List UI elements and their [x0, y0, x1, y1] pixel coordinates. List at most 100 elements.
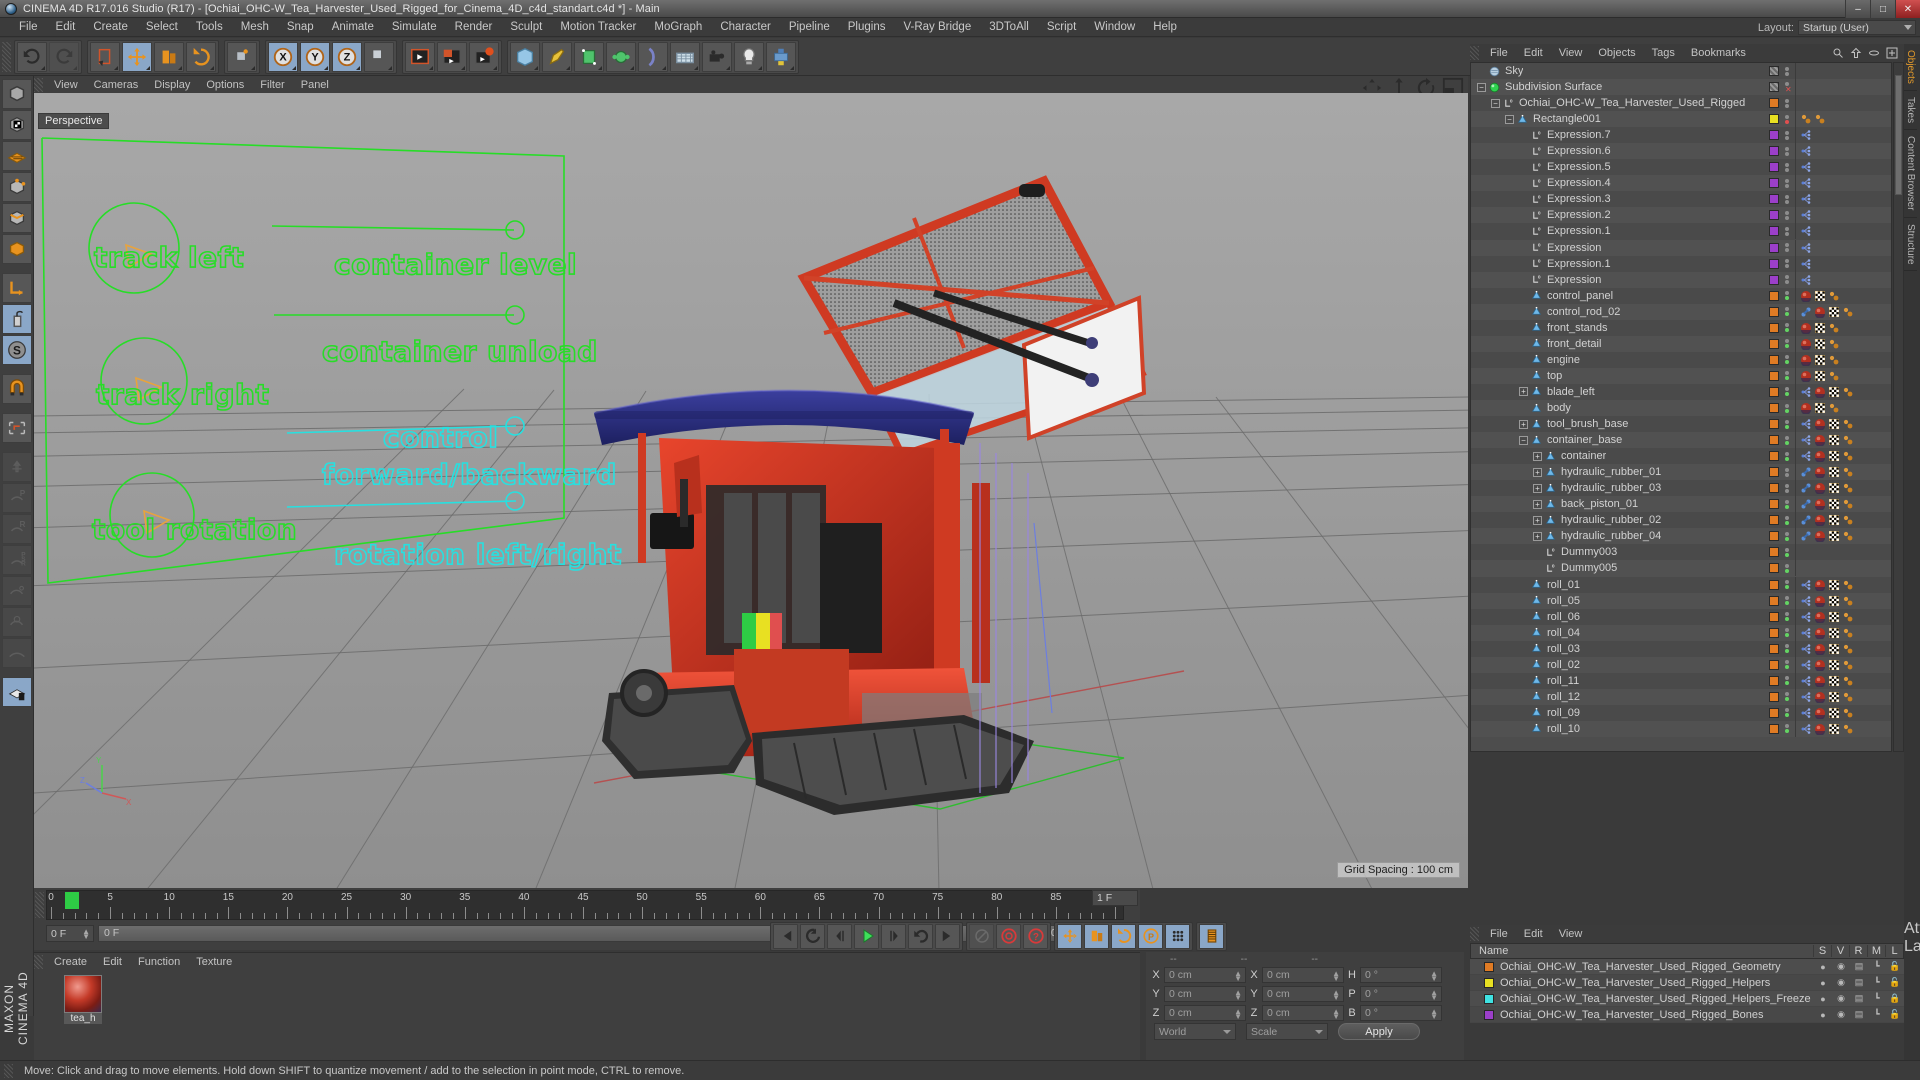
- render-settings-button[interactable]: [469, 41, 499, 72]
- object-name[interactable]: control_rod_02: [1547, 306, 1620, 318]
- object-name[interactable]: roll_11: [1547, 675, 1579, 687]
- object-row[interactable]: 0 Expression.6: [1471, 143, 1891, 160]
- visibility-dot[interactable]: [1785, 676, 1789, 681]
- menu-item-sculpt[interactable]: Sculpt: [501, 18, 551, 37]
- object-name[interactable]: roll_09: [1547, 707, 1580, 719]
- manager-icon[interactable]: ┗: [1868, 977, 1886, 988]
- object-row[interactable]: − 0 Ochiai_OHC-W_Tea_Harvester_Used_Rigged: [1471, 95, 1891, 112]
- spinner-arrows-icon[interactable]: ▲▼: [1234, 988, 1242, 1001]
- uv-tag-icon[interactable]: [1828, 675, 1840, 687]
- layer-row[interactable]: Ochiai_OHC-W_Tea_Harvester_Used_Rigged_H…: [1470, 991, 1904, 1007]
- animation-tag-icon[interactable]: [1842, 675, 1854, 687]
- object-name[interactable]: control_panel: [1547, 290, 1613, 302]
- material-item[interactable]: tea_h: [64, 975, 102, 1024]
- viewport-perspective-tag[interactable]: Perspective: [38, 113, 110, 129]
- visibility-dots[interactable]: [1785, 644, 1791, 654]
- xpresso-tag-icon[interactable]: [1800, 258, 1812, 270]
- object-row[interactable]: 0 Dummy003: [1471, 544, 1891, 561]
- minimize-button[interactable]: –: [1845, 0, 1870, 18]
- material-tag-icon[interactable]: [1814, 675, 1826, 687]
- spinner-arrows-icon[interactable]: ▲▼: [1332, 988, 1340, 1001]
- xpresso-tag-icon[interactable]: [1800, 242, 1812, 254]
- material-tag-icon[interactable]: [1814, 386, 1826, 398]
- object-row[interactable]: 0 Expression.4: [1471, 175, 1891, 192]
- visibility-dots[interactable]: [1785, 146, 1791, 156]
- visibility-dots[interactable]: [1785, 162, 1791, 172]
- xpresso-tag-icon[interactable]: [1800, 579, 1812, 591]
- next-frame-button[interactable]: [881, 923, 906, 949]
- visibility-dot[interactable]: [1785, 135, 1789, 140]
- array-button[interactable]: [606, 41, 636, 72]
- layer-row[interactable]: Ochiai_OHC-W_Tea_Harvester_Used_Rigged_H…: [1470, 975, 1904, 991]
- xpresso-tag-icon[interactable]: [1800, 145, 1812, 157]
- material-thumbnail[interactable]: [64, 975, 102, 1013]
- uv-tag-icon[interactable]: [1814, 290, 1826, 302]
- go-to-end-button[interactable]: [935, 923, 960, 949]
- object-row[interactable]: 0 Expression.2: [1471, 207, 1891, 224]
- visibility-dot[interactable]: [1785, 66, 1789, 71]
- uv-tag-icon[interactable]: [1828, 514, 1840, 526]
- viewport-solo-button[interactable]: [2, 304, 32, 334]
- visibility-dots[interactable]: [1785, 291, 1791, 301]
- object-row[interactable]: + container: [1471, 448, 1891, 465]
- layer-name[interactable]: Ochiai_OHC-W_Tea_Harvester_Used_Rigged_B…: [1500, 1009, 1814, 1021]
- viewport-menu-display[interactable]: Display: [146, 79, 198, 91]
- material-tag-icon[interactable]: [1814, 691, 1826, 703]
- layer-row[interactable]: Ochiai_OHC-W_Tea_Harvester_Used_Rigged_B…: [1470, 1007, 1904, 1023]
- mat-menu-function[interactable]: Function: [130, 956, 188, 968]
- menu-item-select[interactable]: Select: [137, 18, 187, 37]
- ly-menu-edit[interactable]: Edit: [1516, 928, 1551, 940]
- visibility-dot[interactable]: [1785, 376, 1789, 381]
- material-tag-icon[interactable]: [1814, 579, 1826, 591]
- uv-tag-icon[interactable]: [1828, 434, 1840, 446]
- transform-mode-select[interactable]: Scale: [1246, 1023, 1328, 1040]
- viewport-grip[interactable]: [34, 77, 43, 92]
- visibility-dots[interactable]: [1785, 531, 1791, 541]
- visibility-dots[interactable]: [1785, 692, 1791, 702]
- visibility-dot[interactable]: [1785, 467, 1789, 472]
- uv-tag-icon[interactable]: [1828, 579, 1840, 591]
- menu-item-render[interactable]: Render: [446, 18, 502, 37]
- enable-axis-button[interactable]: S: [2, 335, 32, 365]
- layer-name[interactable]: Ochiai_OHC-W_Tea_Harvester_Used_Rigged_G…: [1500, 961, 1814, 973]
- uv-tag-icon[interactable]: [1828, 643, 1840, 655]
- animation-tag-icon[interactable]: [1842, 723, 1854, 735]
- object-name[interactable]: container: [1561, 450, 1606, 462]
- object-name[interactable]: Expression.1: [1547, 225, 1611, 237]
- visibility-dot[interactable]: [1785, 440, 1789, 445]
- visibility-dots[interactable]: [1785, 435, 1791, 445]
- layer-color-chip[interactable]: [1769, 162, 1779, 173]
- visibility-dots[interactable]: [1785, 243, 1791, 253]
- object-name[interactable]: roll_01: [1547, 579, 1580, 591]
- viewport-menu-panel[interactable]: Panel: [293, 79, 337, 91]
- om-menu-bookmarks[interactable]: Bookmarks: [1683, 47, 1754, 59]
- normal-lock-button[interactable]: [2, 638, 32, 668]
- visibility-dot[interactable]: [1785, 563, 1789, 568]
- layer-color-swatch[interactable]: [1484, 961, 1494, 972]
- workplane-button[interactable]: [2, 413, 32, 443]
- visibility-dots[interactable]: [1785, 467, 1791, 477]
- expand-icon[interactable]: +: [1533, 467, 1542, 477]
- visibility-dot[interactable]: [1785, 215, 1789, 220]
- visibility-dot[interactable]: [1785, 483, 1789, 488]
- object-name[interactable]: Expression.1: [1547, 258, 1611, 270]
- object-row[interactable]: + hydraulic_rubber_01: [1471, 464, 1891, 481]
- preview-min-spinner[interactable]: 0 F ▲ ▼: [46, 924, 94, 942]
- animation-tag-icon[interactable]: [1842, 643, 1854, 655]
- object-row[interactable]: + hydraulic_rubber_03: [1471, 480, 1891, 497]
- ik-tag-icon[interactable]: [1800, 514, 1812, 526]
- layer-color-chip[interactable]: [1769, 659, 1779, 670]
- points-mode-button[interactable]: [2, 172, 32, 202]
- object-name[interactable]: Subdivision Surface: [1505, 81, 1602, 93]
- layer-color-chip[interactable]: [1769, 354, 1779, 365]
- animation-tag-icon[interactable]: [1814, 113, 1826, 125]
- object-name[interactable]: tool_brush_base: [1547, 418, 1628, 430]
- visibility-dot[interactable]: [1785, 210, 1789, 215]
- visibility-dot[interactable]: [1785, 531, 1789, 536]
- object-row[interactable]: roll_01: [1471, 576, 1891, 593]
- visibility-dots[interactable]: [1785, 676, 1791, 686]
- layer-color-chip[interactable]: [1769, 483, 1779, 494]
- layer-row[interactable]: Ochiai_OHC-W_Tea_Harvester_Used_Rigged_G…: [1470, 959, 1904, 975]
- menu-item-3dtoall[interactable]: 3DToAll: [980, 18, 1038, 37]
- maximize-button[interactable]: □: [1870, 0, 1895, 18]
